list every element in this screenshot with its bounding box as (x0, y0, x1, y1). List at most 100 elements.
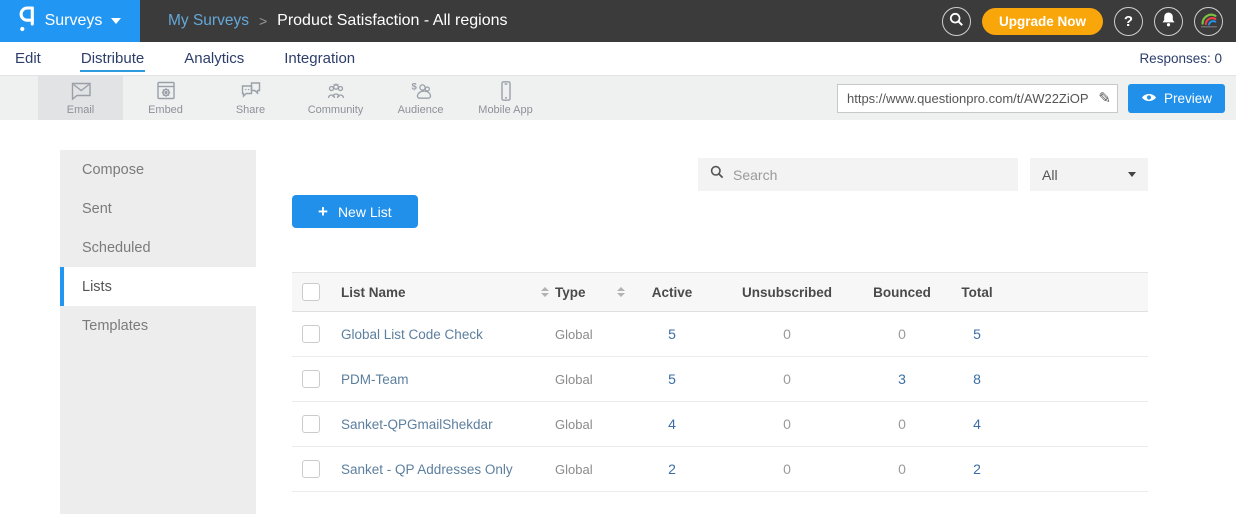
share-icon (239, 79, 263, 103)
bounced-count[interactable]: 0 (862, 461, 942, 477)
sidebar-item-sent[interactable]: Sent (60, 189, 256, 228)
select-all-checkbox[interactable] (302, 283, 320, 301)
col-active: Active (632, 285, 712, 300)
tab-analytics[interactable]: Analytics (183, 46, 245, 72)
channel-email[interactable]: Email (38, 76, 123, 120)
chevron-down-icon (111, 18, 121, 24)
sidebar-item-templates[interactable]: Templates (60, 306, 256, 345)
edit-url-pencil-icon[interactable]: ✎ (1098, 89, 1111, 107)
new-list-button[interactable]: + New List (292, 195, 418, 228)
sort-type-icon[interactable] (610, 287, 632, 297)
survey-nav: Edit Distribute Analytics Integration Re… (0, 42, 1236, 75)
bounced-count[interactable]: 3 (862, 371, 942, 387)
table-row: PDM-Team Global 5 0 3 8 (292, 357, 1148, 402)
total-count[interactable]: 4 (942, 416, 1012, 432)
bounced-count[interactable]: 0 (862, 416, 942, 432)
col-type[interactable]: Type (552, 285, 610, 300)
new-list-label: New List (338, 204, 392, 220)
search-icon (710, 165, 724, 184)
channel-community[interactable]: Community (293, 76, 378, 120)
community-icon (324, 79, 348, 103)
question-mark-icon: ? (1124, 13, 1133, 30)
upgrade-now-button[interactable]: Upgrade Now (982, 8, 1103, 35)
total-count[interactable]: 5 (942, 326, 1012, 342)
search-input[interactable] (733, 167, 1006, 183)
search-button[interactable] (942, 7, 971, 36)
list-name-link[interactable]: Global List Code Check (332, 327, 538, 342)
survey-url-input[interactable] (837, 84, 1118, 113)
col-list-name[interactable]: List Name (332, 285, 538, 300)
search-icon (949, 12, 964, 31)
channel-share[interactable]: Share (208, 76, 293, 120)
unsubscribed-count[interactable]: 0 (712, 371, 862, 387)
list-name-link[interactable]: Sanket - QP Addresses Only (332, 462, 538, 477)
list-type: Global (552, 327, 610, 342)
tab-distribute[interactable]: Distribute (80, 46, 145, 72)
eye-icon (1141, 91, 1157, 106)
distribute-toolbar: Email Embed Share (0, 75, 1236, 120)
total-count[interactable]: 8 (942, 371, 1012, 387)
active-count[interactable]: 4 (632, 416, 712, 432)
active-count[interactable]: 5 (632, 326, 712, 342)
row-checkbox[interactable] (302, 415, 320, 433)
total-count[interactable]: 2 (942, 461, 1012, 477)
list-filter-dropdown[interactable]: All (1030, 158, 1148, 191)
unsubscribed-count[interactable]: 0 (712, 326, 862, 342)
breadcrumb-separator: > (259, 13, 267, 29)
channel-label: Mobile App (478, 104, 532, 116)
survey-title: Product Satisfaction - All regions (277, 12, 507, 30)
mobile-app-icon (494, 79, 518, 103)
bell-icon (1161, 11, 1176, 31)
active-count[interactable]: 5 (632, 371, 712, 387)
product-switcher[interactable]: Surveys (0, 0, 140, 42)
table-row: Sanket - QP Addresses Only Global 2 0 0 … (292, 447, 1148, 492)
top-header: Surveys My Surveys > Product Satisfactio… (0, 0, 1236, 42)
channel-label: Email (67, 104, 95, 116)
preview-button[interactable]: Preview (1128, 84, 1225, 113)
sidebar-item-scheduled[interactable]: Scheduled (60, 228, 256, 267)
list-search (698, 158, 1018, 191)
breadcrumb-my-surveys[interactable]: My Surveys (168, 12, 249, 30)
list-type: Global (552, 462, 610, 477)
brand-label: Surveys (45, 12, 103, 30)
bounced-count[interactable]: 0 (862, 326, 942, 342)
active-count[interactable]: 2 (632, 461, 712, 477)
channel-embed[interactable]: Embed (123, 76, 208, 120)
notifications-button[interactable] (1154, 7, 1183, 36)
list-name-link[interactable]: PDM-Team (332, 372, 538, 387)
channel-label: Embed (148, 104, 183, 116)
email-icon (69, 79, 93, 103)
tab-edit[interactable]: Edit (14, 46, 42, 72)
content-area: Compose Sent Scheduled Lists Templates A… (0, 120, 1236, 514)
questionpro-logo-icon (19, 6, 36, 37)
channel-mobile-app[interactable]: Mobile App (463, 76, 548, 120)
list-name-link[interactable]: Sanket-QPGmailShekdar (332, 417, 538, 432)
topbar-actions: Upgrade Now ? (942, 7, 1236, 36)
row-checkbox[interactable] (302, 325, 320, 343)
col-bounced: Bounced (862, 285, 942, 300)
channel-label: Community (308, 104, 364, 116)
row-checkbox[interactable] (302, 460, 320, 478)
row-checkbox[interactable] (302, 370, 320, 388)
help-button[interactable]: ? (1114, 7, 1143, 36)
responses-count[interactable]: Responses: 0 (1139, 51, 1222, 66)
list-controls: All (292, 158, 1148, 191)
email-sidebar: Compose Sent Scheduled Lists Templates (60, 150, 256, 514)
survey-url-wrap: ✎ (837, 84, 1118, 113)
lists-table: List Name Type Active Unsubscribed Bounc… (292, 272, 1148, 492)
unsubscribed-count[interactable]: 0 (712, 461, 862, 477)
sidebar-item-lists[interactable]: Lists (60, 267, 256, 306)
col-total: Total (942, 285, 1012, 300)
table-header-row: List Name Type Active Unsubscribed Bounc… (292, 272, 1148, 312)
unsubscribed-count[interactable]: 0 (712, 416, 862, 432)
sort-list-name-icon[interactable] (538, 287, 552, 297)
sidebar-item-compose[interactable]: Compose (60, 150, 256, 189)
audience-icon: $ (409, 79, 433, 103)
tab-integration[interactable]: Integration (283, 46, 356, 72)
channel-audience[interactable]: $ Audience (378, 76, 463, 120)
list-type: Global (552, 417, 610, 432)
lists-panel: All + New List List Name Type Active Uns… (256, 120, 1236, 514)
col-unsubscribed: Unsubscribed (712, 285, 862, 300)
account-avatar[interactable] (1194, 7, 1223, 36)
table-row: Sanket-QPGmailShekdar Global 4 0 0 4 (292, 402, 1148, 447)
